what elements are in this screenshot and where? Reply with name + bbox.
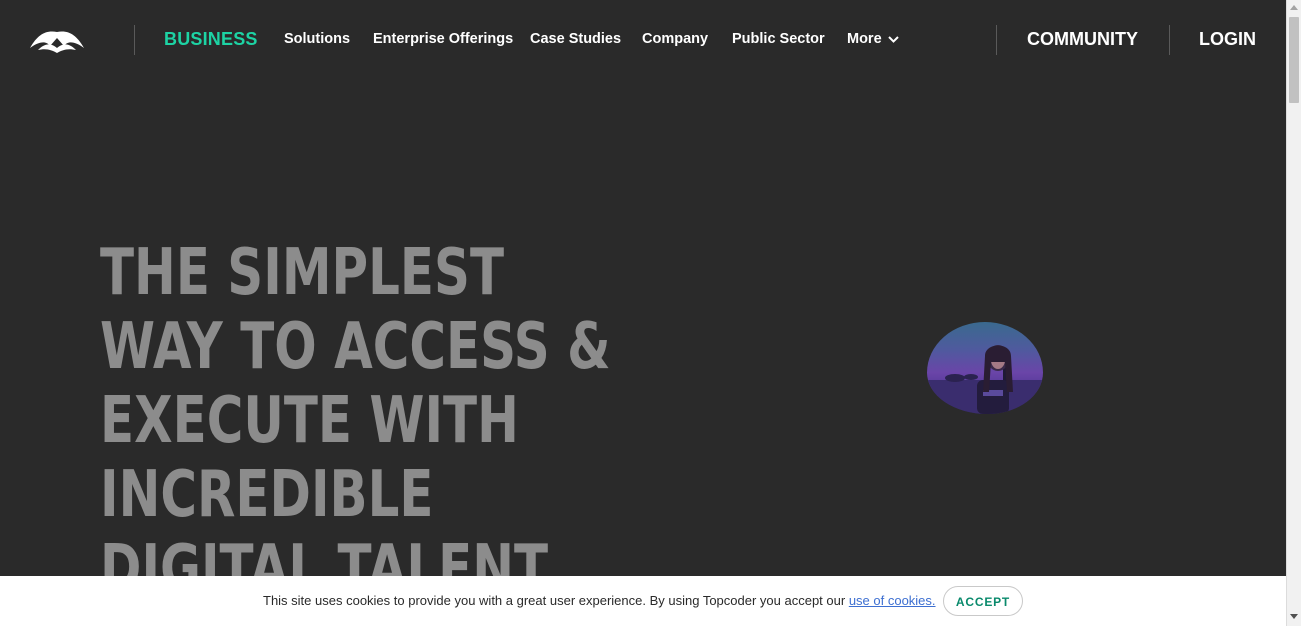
hero-headline-line: THE SIMPLEST [100, 236, 505, 310]
nav-more-label: More [847, 31, 882, 47]
hero-member-photo [927, 322, 1043, 414]
scrollbar-thumb[interactable] [1289, 17, 1299, 103]
hero-headline-line: EXECUTE WITH [100, 384, 519, 458]
hero-headline-line: INCREDIBLE [100, 458, 434, 532]
top-navigation: BUSINESS Solutions Enterprise Offerings … [0, 0, 1286, 80]
accept-cookies-button[interactable]: ACCEPT [943, 586, 1023, 616]
nav-business[interactable]: BUSINESS [164, 29, 258, 50]
nav-divider [1169, 25, 1170, 55]
nav-login[interactable]: LOGIN [1199, 29, 1256, 50]
nav-public-sector[interactable]: Public Sector [732, 31, 825, 47]
page: BUSINESS Solutions Enterprise Offerings … [0, 0, 1301, 626]
cookie-policy-link[interactable]: use of cookies. [849, 593, 936, 608]
nav-more-dropdown[interactable]: More [847, 31, 899, 47]
nav-divider [996, 25, 997, 55]
cookie-message: This site uses cookies to provide you wi… [263, 593, 936, 608]
nav-community[interactable]: COMMUNITY [1027, 29, 1138, 50]
nav-company[interactable]: Company [642, 31, 708, 47]
cookie-message-text: This site uses cookies to provide you wi… [263, 593, 849, 608]
chevron-down-icon [887, 36, 899, 43]
hero-headline: THE SIMPLEST WAY TO ACCESS & EXECUTE WIT… [100, 236, 660, 576]
nav-enterprise-offerings[interactable]: Enterprise Offerings [373, 31, 513, 47]
hero-headline-line: DIGITAL TALENT [100, 532, 549, 576]
scroll-up-arrow-icon[interactable] [1290, 5, 1298, 10]
scroll-down-arrow-icon[interactable] [1290, 614, 1298, 619]
vertical-scrollbar[interactable] [1286, 0, 1301, 626]
hero-headline-line: WAY TO ACCESS & [100, 310, 611, 384]
member-portrait-image [927, 345, 1043, 414]
nav-case-studies[interactable]: Case Studies [530, 31, 621, 47]
cookie-consent-bar: This site uses cookies to provide you wi… [0, 576, 1286, 626]
nav-solutions[interactable]: Solutions [284, 31, 350, 47]
nav-divider [134, 25, 135, 55]
topcoder-logo-icon[interactable] [28, 26, 86, 54]
